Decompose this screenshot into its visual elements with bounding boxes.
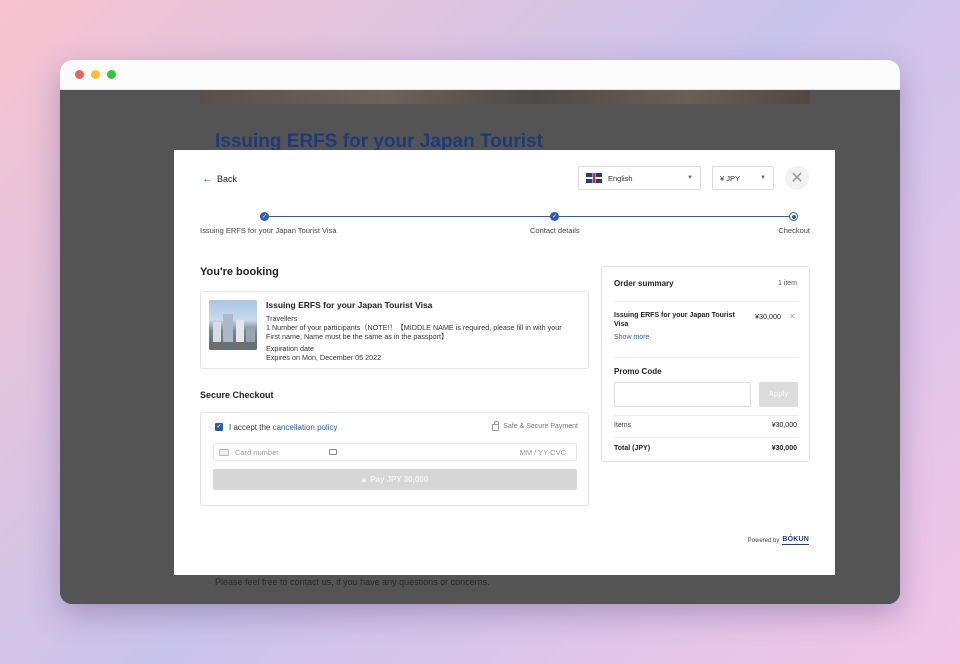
secure-checkout-heading: Secure Checkout	[200, 390, 274, 400]
browser-window: Issuing ERFS for your Japan Tourist Plea…	[60, 60, 900, 604]
currency-value: ¥ JPY	[720, 173, 741, 183]
close-modal-button[interactable]: ✕	[785, 166, 809, 190]
background-footer-text: Please feel free to contact us, if you h…	[215, 577, 490, 587]
pay-label: Pay JPY 30,000	[370, 475, 429, 484]
order-summary-card: Order summary 1 item Issuing ERFS for yo…	[601, 266, 810, 462]
total-label: Total (JPY)	[614, 445, 651, 452]
language-select[interactable]: English ▼	[578, 166, 701, 190]
expiration-value: Expires on Mon, December 05 2022	[266, 353, 382, 362]
remove-item-icon[interactable]: ×	[790, 311, 795, 321]
card-brand-icon	[329, 449, 337, 455]
divider	[614, 301, 799, 302]
divider	[614, 415, 799, 416]
travellers-label: Travellers	[266, 314, 298, 323]
show-more-link[interactable]: Show more	[614, 334, 649, 341]
order-item-price: ¥30,000	[755, 312, 781, 321]
credit-card-icon	[219, 449, 229, 456]
booking-heading: You're booking	[200, 266, 279, 278]
secure-checkout-card: ✓ I accept the cancellation policy Safe …	[200, 412, 589, 506]
safe-payment-label: Safe & Secure Payment	[503, 423, 578, 430]
step-2-label: Contact details	[530, 226, 580, 235]
maximize-window-dot[interactable]	[107, 70, 116, 79]
pay-button[interactable]: 🔒︎ Pay JPY 30,000	[213, 469, 577, 490]
checkout-modal: ← Back English ▼ ¥ JPY ▼ ✕ ✓ Issuing ERF…	[174, 150, 835, 575]
expiration-label: Expiration date	[266, 344, 314, 353]
currency-select[interactable]: ¥ JPY ▼	[712, 166, 774, 190]
card-number-input[interactable]: Card number MM / YY CVC	[213, 443, 577, 461]
safe-payment-note: Safe & Secure Payment	[492, 421, 578, 431]
powered-by: Powered by BÓKUN	[748, 536, 809, 545]
step-3-label: Checkout	[778, 226, 810, 235]
close-icon: ✕	[790, 170, 804, 187]
items-label: Items	[614, 422, 632, 429]
promo-code-input[interactable]	[614, 382, 751, 407]
window-chrome	[60, 60, 900, 90]
progress-stepper: ✓ Issuing ERFS for your Japan Tourist Vi…	[200, 212, 810, 238]
booking-title: Issuing ERFS for your Japan Tourist Visa	[266, 300, 433, 310]
back-button[interactable]: ← Back	[202, 173, 237, 185]
card-number-placeholder: Card number	[235, 448, 279, 457]
booking-card: Issuing ERFS for your Japan Tourist Visa…	[200, 291, 589, 369]
chevron-down-icon: ▼	[687, 175, 693, 181]
expiry-cvc-placeholder: MM / YY CVC	[519, 448, 566, 457]
stepper-line	[264, 216, 794, 217]
close-window-dot[interactable]	[75, 70, 84, 79]
step-3-current-icon	[789, 212, 798, 221]
divider	[614, 437, 799, 438]
order-summary-title: Order summary	[614, 279, 674, 288]
order-item-count: 1 item	[777, 280, 797, 287]
total-value: ¥30,000	[771, 445, 797, 452]
arrow-left-icon: ←	[202, 173, 213, 185]
hero-image-strip	[200, 90, 810, 104]
step-1-label: Issuing ERFS for your Japan Tourist Visa	[200, 226, 337, 235]
step-1-check-icon: ✓	[260, 212, 269, 221]
cancellation-policy-link[interactable]: cancellation policy	[273, 423, 338, 432]
order-item-name: Issuing ERFS for your Japan Tourist Visa	[614, 312, 735, 328]
minimize-window-dot[interactable]	[91, 70, 100, 79]
tour-thumbnail	[209, 300, 257, 350]
language-value: English	[608, 173, 633, 183]
accept-policy-text: I accept the cancellation policy	[229, 423, 338, 432]
uk-flag-icon	[586, 173, 602, 183]
back-label: Back	[217, 174, 238, 184]
promo-code-label: Promo Code	[614, 367, 662, 376]
step-2-check-icon: ✓	[550, 212, 559, 221]
bokun-logo[interactable]: BÓKUN	[782, 536, 809, 545]
travellers-line-2: First name, Name must be the same as in …	[266, 332, 449, 341]
page-backdrop[interactable]: Issuing ERFS for your Japan Tourist Plea…	[60, 90, 900, 604]
travellers-line-1: 1 Number of your participants（NOTE!！【MID…	[266, 323, 562, 332]
chevron-down-icon: ▼	[760, 175, 766, 181]
accept-prefix: I accept the	[229, 423, 273, 432]
powered-by-label: Powered by	[747, 537, 780, 544]
items-value: ¥30,000	[771, 422, 797, 429]
lock-icon	[492, 421, 500, 431]
divider	[614, 357, 799, 358]
accept-policy-checkbox[interactable]: ✓	[215, 423, 223, 431]
apply-promo-button[interactable]: Apply	[759, 382, 798, 407]
lock-icon: 🔒︎	[361, 474, 367, 484]
